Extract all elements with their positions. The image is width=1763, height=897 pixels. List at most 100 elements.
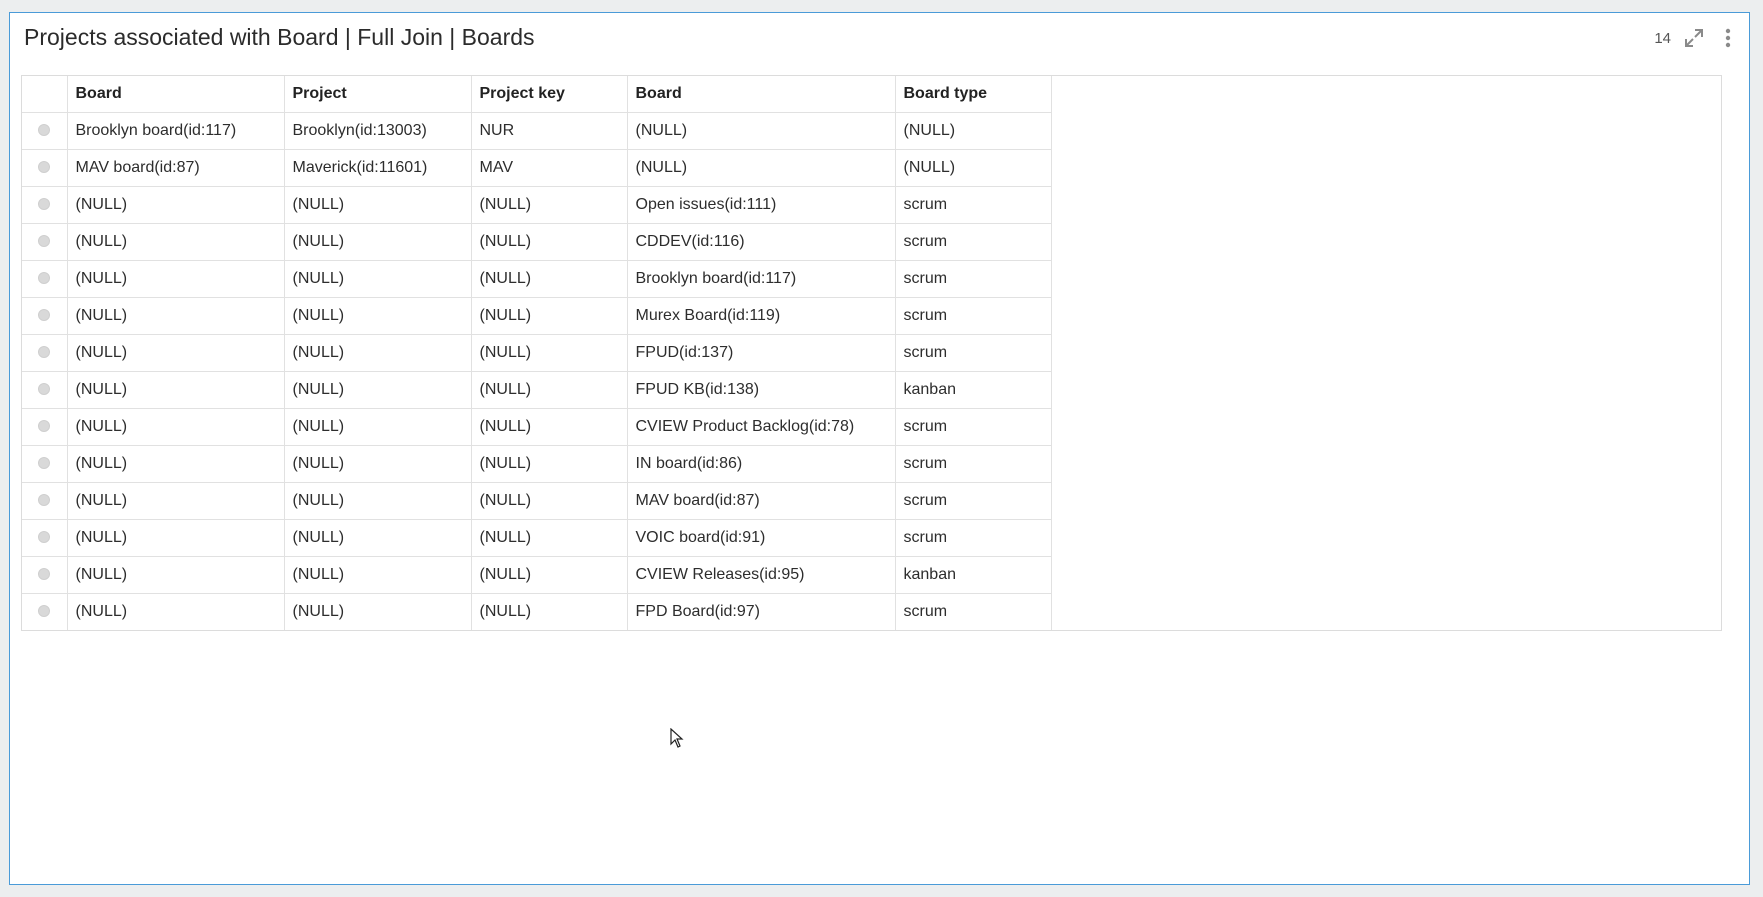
column-header-board-2[interactable]: Board [627, 76, 896, 113]
cell-project-key: (NULL) [471, 260, 628, 298]
cell-project: (NULL) [284, 408, 472, 446]
cell-project-key: (NULL) [471, 371, 628, 409]
cell-project: (NULL) [284, 297, 472, 335]
row-select-cell[interactable] [22, 297, 68, 335]
cell-board-2: IN board(id:86) [627, 445, 896, 483]
cell-project-key: (NULL) [471, 556, 628, 594]
select-column-header [22, 76, 68, 113]
cell-board-2: (NULL) [627, 149, 896, 187]
table-row[interactable]: (NULL) (NULL) (NULL) FPUD KB(id:138) kanban [22, 371, 1052, 409]
table-header-row: Board Project Project key Board Board ty… [22, 76, 1052, 113]
cell-board-2: VOIC board(id:91) [627, 519, 896, 557]
table-row[interactable]: (NULL) (NULL) (NULL) CVIEW Releases(id:95) k… [22, 556, 1052, 594]
column-header-project[interactable]: Project [284, 76, 472, 113]
cell-project-key: (NULL) [471, 297, 628, 335]
table-row[interactable]: MAV board(id:87) Maverick(id:11601) MAV (NU… [22, 149, 1052, 187]
expand-icon[interactable] [1683, 27, 1705, 49]
results-table-container: Board Project Project key Board Board ty… [21, 75, 1722, 631]
row-select-cell[interactable] [22, 408, 68, 446]
column-header-board-type[interactable]: Board type [895, 76, 1052, 113]
row-select-cell[interactable] [22, 149, 68, 187]
more-vertical-icon[interactable] [1717, 27, 1739, 49]
row-select-cell[interactable] [22, 482, 68, 520]
table-row[interactable]: (NULL) (NULL) (NULL) FPUD(id:137) scrum [22, 334, 1052, 372]
row-select-radio[interactable] [38, 235, 51, 248]
cell-board: (NULL) [67, 297, 285, 335]
row-select-cell[interactable] [22, 112, 68, 150]
row-select-cell[interactable] [22, 371, 68, 409]
table-row[interactable]: (NULL) (NULL) (NULL) MAV board(id:87) scrum [22, 482, 1052, 520]
row-select-cell[interactable] [22, 519, 68, 557]
cell-board-2: FPUD(id:137) [627, 334, 896, 372]
cell-board-type: scrum [895, 519, 1052, 557]
row-select-radio[interactable] [38, 420, 51, 433]
cell-board: (NULL) [67, 593, 285, 630]
cell-project: (NULL) [284, 260, 472, 298]
cell-board: (NULL) [67, 186, 285, 224]
cell-project-key: (NULL) [471, 593, 628, 630]
cell-board: (NULL) [67, 408, 285, 446]
row-select-cell[interactable] [22, 334, 68, 372]
cell-board-2: FPUD KB(id:138) [627, 371, 896, 409]
cell-board: (NULL) [67, 445, 285, 483]
cell-project-key: (NULL) [471, 186, 628, 224]
row-select-radio[interactable] [38, 531, 51, 544]
cell-board: (NULL) [67, 556, 285, 594]
row-select-radio[interactable] [38, 605, 51, 618]
cell-board-2: (NULL) [627, 112, 896, 150]
cell-project: (NULL) [284, 186, 472, 224]
row-select-radio[interactable] [38, 346, 51, 359]
row-select-radio[interactable] [38, 272, 51, 285]
cell-board: (NULL) [67, 223, 285, 261]
cell-board-type: scrum [895, 408, 1052, 446]
row-select-radio[interactable] [38, 383, 51, 396]
cell-project: (NULL) [284, 593, 472, 630]
cell-board-2: Murex Board(id:119) [627, 297, 896, 335]
cell-board-type: scrum [895, 186, 1052, 224]
cell-board: (NULL) [67, 519, 285, 557]
row-select-cell[interactable] [22, 186, 68, 224]
table-row[interactable]: (NULL) (NULL) (NULL) Murex Board(id:119) scr… [22, 297, 1052, 335]
cell-project-key: (NULL) [471, 445, 628, 483]
cell-board: (NULL) [67, 260, 285, 298]
cell-board-2: CVIEW Releases(id:95) [627, 556, 896, 594]
row-select-cell[interactable] [22, 445, 68, 483]
table-row[interactable]: (NULL) (NULL) (NULL) Open issues(id:111) scr… [22, 186, 1052, 224]
row-select-radio[interactable] [38, 568, 51, 581]
row-select-radio[interactable] [38, 309, 51, 322]
cell-board-type: (NULL) [895, 112, 1052, 150]
row-select-cell[interactable] [22, 593, 68, 630]
table-row[interactable]: (NULL) (NULL) (NULL) CVIEW Product Backlog(… [22, 408, 1052, 446]
cell-project: Brooklyn(id:13003) [284, 112, 472, 150]
cell-project: (NULL) [284, 556, 472, 594]
row-select-radio[interactable] [38, 198, 51, 211]
table-row[interactable]: (NULL) (NULL) (NULL) CDDEV(id:116) scrum [22, 223, 1052, 261]
cell-board-type: scrum [895, 260, 1052, 298]
row-select-cell[interactable] [22, 260, 68, 298]
cell-board: (NULL) [67, 334, 285, 372]
cell-board: (NULL) [67, 371, 285, 409]
table-row[interactable]: Brooklyn board(id:117) Brooklyn(id:13003)… [22, 112, 1052, 150]
column-header-board[interactable]: Board [67, 76, 285, 113]
cell-board: (NULL) [67, 482, 285, 520]
row-select-radio[interactable] [38, 494, 51, 507]
cell-board-type: scrum [895, 334, 1052, 372]
table-row[interactable]: (NULL) (NULL) (NULL) VOIC board(id:91) scrum [22, 519, 1052, 557]
row-select-radio[interactable] [38, 124, 51, 137]
row-select-cell[interactable] [22, 556, 68, 594]
row-select-radio[interactable] [38, 161, 51, 174]
report-panel: Projects associated with Board | Full Jo… [9, 12, 1750, 885]
cell-board-type: scrum [895, 223, 1052, 261]
row-select-cell[interactable] [22, 223, 68, 261]
table-row[interactable]: (NULL) (NULL) (NULL) Brooklyn board(id:117)… [22, 260, 1052, 298]
table-row[interactable]: (NULL) (NULL) (NULL) FPD Board(id:97) scrum [22, 593, 1052, 630]
cell-board-type: scrum [895, 593, 1052, 630]
cell-project-key: (NULL) [471, 408, 628, 446]
cell-board-2: CDDEV(id:116) [627, 223, 896, 261]
cell-project: (NULL) [284, 519, 472, 557]
column-header-project-key[interactable]: Project key [471, 76, 628, 113]
panel-header: Projects associated with Board | Full Jo… [10, 13, 1749, 63]
row-select-radio[interactable] [38, 457, 51, 470]
table-row[interactable]: (NULL) (NULL) (NULL) IN board(id:86) scrum [22, 445, 1052, 483]
mouse-cursor-icon [670, 727, 684, 753]
